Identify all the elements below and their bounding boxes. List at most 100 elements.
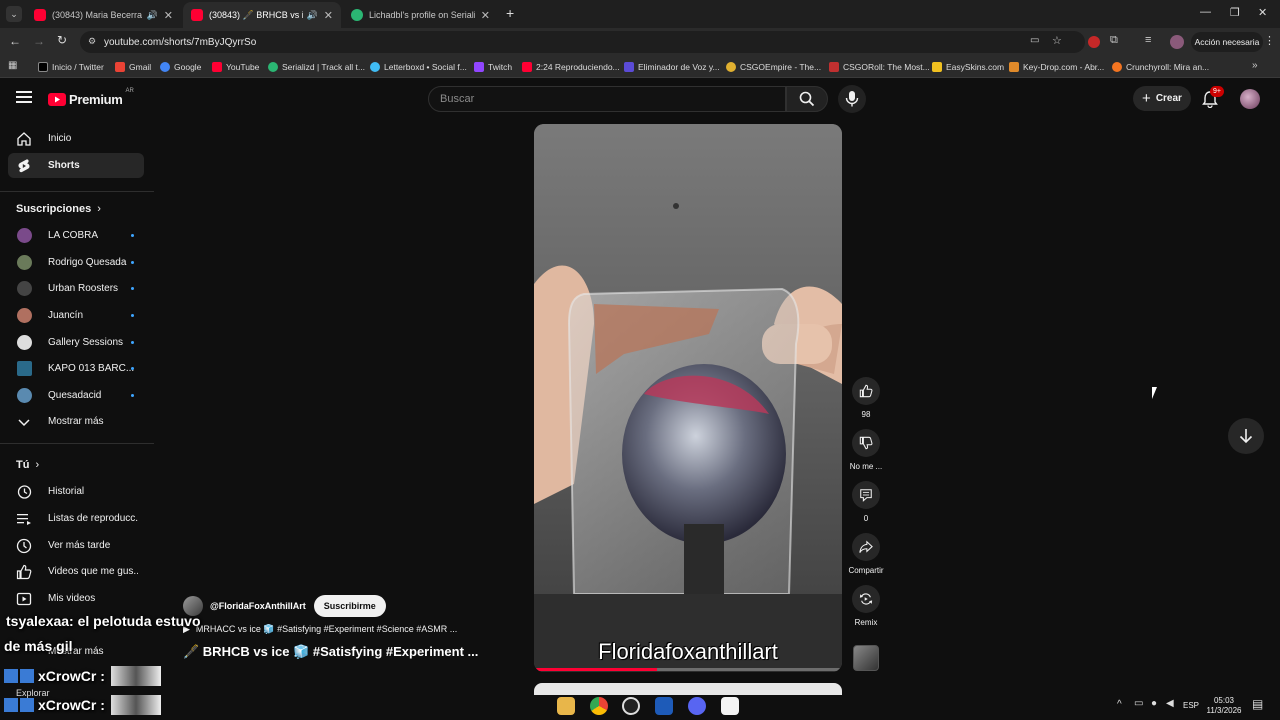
account-avatar[interactable] [1240, 89, 1260, 109]
new-tab-icon[interactable]: + [506, 5, 514, 21]
audio-row[interactable]: ▶ MRHACC vs ice 🧊 #Satisfying #Experimen… [183, 624, 457, 635]
cast-icon[interactable]: ▭ [1030, 35, 1039, 46]
sidebar-sub-urban-roosters[interactable]: Urban Roosters [8, 276, 144, 301]
sidebar-sub-quesadacid[interactable]: Quesadacid [8, 383, 144, 408]
tray-chevron-icon[interactable]: ^ [1117, 699, 1122, 710]
search-button[interactable] [786, 86, 828, 112]
voice-search-button[interactable] [838, 85, 866, 113]
divider [0, 191, 154, 192]
sidebar-item-label: Urban Roosters [48, 283, 119, 294]
country-code: AR [125, 88, 134, 94]
create-button[interactable]: + Crear [1133, 86, 1191, 111]
arrow-down-icon [1239, 429, 1253, 444]
sidebar-sub-rodrigo-quesada[interactable]: Rodrigo Quesada [8, 250, 144, 275]
short-title[interactable]: 🖋️ BRHCB vs ice 🧊 #Satisfying #Experimen… [183, 644, 478, 660]
obs-icon[interactable] [622, 697, 640, 715]
avatar [17, 228, 32, 243]
apps-grid-icon[interactable]: ▦ [8, 60, 17, 71]
clock[interactable]: 05:03 11/3/2026 [1204, 696, 1244, 716]
sidebar-item-my-videos[interactable]: Mis videos [8, 586, 144, 611]
bookmark-csgoroll[interactable]: CSGORoll: The Most... [829, 60, 930, 74]
bookmark-playing[interactable]: 2:24 Reproduciendo... [522, 60, 620, 74]
bookmark-csgoempire[interactable]: CSGOEmpire - The... [726, 60, 821, 74]
subscribe-button[interactable]: Suscribirme [313, 595, 386, 617]
network-icon[interactable]: ▭ [1134, 698, 1143, 709]
bookmark-youtube[interactable]: YouTube [212, 60, 259, 74]
progress-bar[interactable] [534, 668, 842, 671]
sidebar-item-watch-later[interactable]: Ver más tarde [8, 533, 144, 558]
url-input[interactable]: ⚙ youtube.com/shorts/7mByJQyrrSo ▭ ☆ [80, 31, 1085, 53]
close-window-icon[interactable]: ✕ [1258, 6, 1267, 19]
sidebar-item-playlists[interactable]: Listas de reproducc... [8, 506, 144, 531]
bookmark-letterboxd[interactable]: Letterboxd • Social f... [370, 60, 467, 74]
sound-thumbnail[interactable] [853, 645, 879, 671]
comments-button[interactable] [852, 481, 880, 509]
share-button[interactable] [852, 533, 880, 561]
sidebar-sub-la-cobra[interactable]: LA COBRA [8, 223, 144, 248]
you-header[interactable]: Tú › [16, 459, 39, 471]
language-indicator[interactable]: ESP [1183, 701, 1199, 710]
gmail-icon [115, 62, 125, 72]
search-placeholder: Buscar [440, 93, 475, 105]
bookmark-label: Google [174, 62, 202, 72]
sidebar-sub-gallery-sessions[interactable]: Gallery Sessions [8, 330, 144, 355]
bookmark-serializd[interactable]: Serializd | Track all t... [268, 60, 365, 74]
youtube-premium-logo[interactable]: Premium AR [48, 88, 134, 107]
bookmark-twitter[interactable]: Inicio / Twitter [38, 60, 104, 74]
volume-icon[interactable]: ◀ [1166, 698, 1174, 709]
microphone-tray-icon[interactable]: ● [1151, 698, 1157, 709]
chrome-icon[interactable] [590, 697, 608, 715]
close-tab-icon[interactable]: ✕ [481, 9, 490, 22]
sidebar-sub-kapo[interactable]: KAPO 013 BARC... [8, 356, 144, 381]
notifications-tray-icon[interactable]: ▤ [1252, 697, 1263, 711]
sidebar-sub-juancin[interactable]: Juancín [8, 303, 144, 328]
menu-kebab-icon[interactable]: ⋮ [1264, 34, 1275, 47]
back-icon[interactable]: ← [9, 34, 21, 48]
puzzle-icon[interactable]: ⧉ [1110, 34, 1118, 47]
sidebar-item-historial[interactable]: Historial [8, 479, 144, 504]
sidebar-item-inicio[interactable]: Inicio [8, 126, 144, 151]
more-bookmarks-icon[interactable]: » [1252, 60, 1258, 71]
minimize-icon[interactable]: — [1200, 6, 1211, 18]
file-explorer-icon[interactable] [557, 697, 575, 715]
forward-icon[interactable]: → [33, 34, 45, 48]
short-video-player[interactable]: Floridafoxanthillart [534, 124, 842, 672]
bookmark-crunchyroll[interactable]: Crunchyroll: Mira an... [1112, 60, 1209, 74]
extension-icon[interactable] [1088, 36, 1100, 48]
bookmark-voice-remover[interactable]: Eliminador de Voz y... [624, 60, 720, 74]
tab-brhcb-vs-ice[interactable]: (30843) 🖋️ BRHCB vs ice 🧊 🔊 ✕ [183, 2, 341, 28]
close-tab-icon[interactable]: ✕ [324, 9, 333, 22]
remix-button[interactable] [852, 585, 880, 613]
site-info-icon[interactable]: ⚙ [88, 36, 96, 47]
hamburger-menu-icon[interactable] [16, 90, 32, 104]
bookmark-keydrop[interactable]: Key-Drop.com - Abr... [1009, 60, 1104, 74]
notepad-icon[interactable] [721, 697, 739, 715]
bookmark-star-icon[interactable]: ☆ [1052, 34, 1062, 47]
tab-search-icon[interactable]: ⌄ [6, 6, 22, 22]
sidebar-item-shorts[interactable]: Shorts [8, 153, 144, 178]
close-tab-icon[interactable]: ✕ [164, 9, 173, 22]
action-needed-button[interactable]: Acción necesaria [1191, 32, 1263, 52]
search-input[interactable]: Buscar [428, 86, 786, 112]
bookmark-google[interactable]: Google [160, 60, 201, 74]
bookmark-easyskins[interactable]: EasySkins.com [932, 60, 1004, 74]
tab-maria-becerra[interactable]: (30843) Maria Becerra x TINI 🔊 ✕ [26, 2, 181, 28]
subscriptions-header[interactable]: Suscripciones › [16, 203, 101, 215]
tab-serializd[interactable]: Lichadbl's profile on Serializd ✕ [343, 2, 498, 28]
discord-icon[interactable] [688, 697, 706, 715]
restore-icon[interactable]: ❐ [1230, 6, 1240, 19]
show-more-subscriptions-button[interactable]: Mostrar más [8, 409, 144, 434]
profile-avatar[interactable] [1170, 35, 1184, 49]
notifications-button[interactable]: 9+ [1202, 86, 1224, 109]
channel-handle[interactable]: @FloridaFoxAnthillArt [210, 601, 306, 611]
reload-icon[interactable]: ↻ [57, 33, 67, 47]
media-icon[interactable]: ≡ [1145, 34, 1151, 46]
bookmark-label: Key-Drop.com - Abr... [1023, 62, 1105, 72]
bookmark-gmail[interactable]: Gmail [115, 60, 151, 74]
bookmark-twitch[interactable]: Twitch [474, 60, 512, 74]
like-button[interactable] [852, 377, 880, 405]
next-short-button[interactable] [1228, 418, 1264, 454]
app-icon[interactable] [655, 697, 673, 715]
sidebar-item-liked-videos[interactable]: Videos que me gus... [8, 559, 144, 584]
dislike-button[interactable] [852, 429, 880, 457]
